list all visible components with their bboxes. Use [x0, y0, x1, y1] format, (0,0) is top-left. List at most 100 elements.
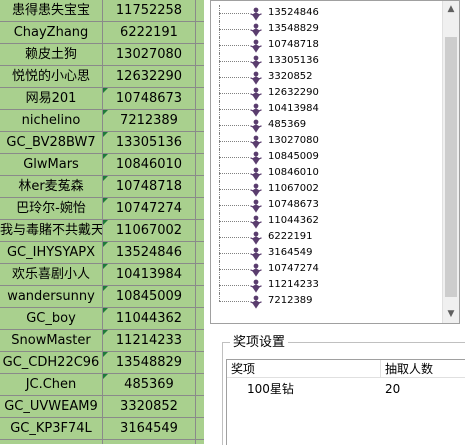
- empty-cell[interactable]: [196, 88, 204, 110]
- user-id-cell[interactable]: [103, 440, 196, 444]
- sheet-row[interactable]: 网易201 10748673: [0, 88, 204, 110]
- tree-item[interactable]: 13027080: [211, 133, 441, 149]
- nickname-cell[interactable]: GC_boy: [0, 308, 103, 330]
- user-id-cell[interactable]: 13524846: [103, 242, 196, 264]
- sheet-row[interactable]: GC_BV28BW7 13305136: [0, 132, 204, 154]
- sheet-row[interactable]: 欢乐喜剧小人 10413984: [0, 264, 204, 286]
- user-id-cell[interactable]: 11067002: [103, 220, 196, 242]
- nickname-cell[interactable]: GC_BV28BW7: [0, 132, 103, 154]
- empty-cell[interactable]: [196, 308, 204, 330]
- sheet-row[interactable]: 巴玲尔-婉怡 10747274: [0, 198, 204, 220]
- user-id-cell[interactable]: 6222191: [103, 22, 196, 44]
- tree-item[interactable]: 485369: [211, 117, 441, 133]
- nickname-cell[interactable]: [0, 440, 103, 444]
- empty-cell[interactable]: [196, 374, 204, 396]
- nickname-cell[interactable]: ChayZhang: [0, 22, 103, 44]
- tree-item[interactable]: 3320852: [211, 69, 441, 85]
- user-id-cell[interactable]: 13305136: [103, 132, 196, 154]
- tree-item[interactable]: 10413984: [211, 101, 441, 117]
- tree-item[interactable]: 10748718: [211, 37, 441, 53]
- sheet-row[interactable]: ChayZhang 6222191: [0, 22, 204, 44]
- user-id-cell[interactable]: 11044362: [103, 308, 196, 330]
- user-id-cell[interactable]: 13548829: [103, 352, 196, 374]
- sheet-row[interactable]: GC_KP3F74L 3164549: [0, 418, 204, 440]
- tree-item[interactable]: 13305136: [211, 53, 441, 69]
- empty-cell[interactable]: [196, 264, 204, 286]
- tree-item[interactable]: 7212389: [211, 293, 441, 309]
- nickname-cell[interactable]: JC.Chen: [0, 374, 103, 396]
- id-tree-list[interactable]: 13524846 13548829 10748718 13305136 3320852 1…: [211, 5, 441, 321]
- tree-item[interactable]: 11044362: [211, 213, 441, 229]
- empty-cell[interactable]: [196, 0, 204, 22]
- user-id-cell[interactable]: 10748718: [103, 176, 196, 198]
- empty-cell[interactable]: [196, 220, 204, 242]
- sheet-row[interactable]: GC_boy 11044362: [0, 308, 204, 330]
- tree-item[interactable]: 10747274: [211, 261, 441, 277]
- empty-cell[interactable]: [196, 440, 204, 444]
- empty-cell[interactable]: [196, 286, 204, 308]
- award-row-count[interactable]: 20: [385, 380, 400, 398]
- sheet-row[interactable]: JC.Chen 485369: [0, 374, 204, 396]
- sheet-row[interactable]: GC_CDH22C96 13548829: [0, 352, 204, 374]
- user-id-cell[interactable]: 10846010: [103, 154, 196, 176]
- user-id-cell[interactable]: 3164549: [103, 418, 196, 440]
- tree-item[interactable]: 3164549: [211, 245, 441, 261]
- sheet-row[interactable]: 林er麦菟森 10748718: [0, 176, 204, 198]
- sheet-row[interactable]: 悦悦的小心思 12632290: [0, 66, 204, 88]
- nickname-cell[interactable]: wandersunny: [0, 286, 103, 308]
- sheet-row[interactable]: wandersunny 10845009: [0, 286, 204, 308]
- sheet-row[interactable]: GlwMars 10846010: [0, 154, 204, 176]
- tree-item[interactable]: 11214233: [211, 277, 441, 293]
- empty-cell[interactable]: [196, 132, 204, 154]
- tree-item[interactable]: 10748673: [211, 197, 441, 213]
- empty-cell[interactable]: [196, 22, 204, 44]
- empty-cell[interactable]: [196, 396, 204, 418]
- award-list[interactable]: 奖项 抽取人数 100星钻 20: [226, 359, 465, 445]
- user-id-cell[interactable]: 12632290: [103, 66, 196, 88]
- nickname-cell[interactable]: 患得患失宝宝: [0, 0, 103, 22]
- sheet-row[interactable]: 赖皮土狗 13027080: [0, 44, 204, 66]
- nickname-cell[interactable]: GlwMars: [0, 154, 103, 176]
- user-id-cell[interactable]: 10413984: [103, 264, 196, 286]
- tree-item[interactable]: 10845009: [211, 149, 441, 165]
- user-id-cell[interactable]: 10748673: [103, 88, 196, 110]
- user-id-cell[interactable]: 11752258: [103, 0, 196, 22]
- sheet-row[interactable]: GC_IHYSYAPX 13524846: [0, 242, 204, 264]
- nickname-cell[interactable]: 赖皮土狗: [0, 44, 103, 66]
- arrow-down-icon[interactable]: ▼: [443, 306, 459, 323]
- sheet-row[interactable]: SnowMaster 11214233: [0, 330, 204, 352]
- sheet-row[interactable]: [0, 440, 204, 444]
- tree-item[interactable]: 6222191: [211, 229, 441, 245]
- nickname-cell[interactable]: GC_IHYSYAPX: [0, 242, 103, 264]
- nickname-cell[interactable]: 巴玲尔-婉怡: [0, 198, 103, 220]
- user-id-cell[interactable]: 13027080: [103, 44, 196, 66]
- empty-cell[interactable]: [196, 198, 204, 220]
- tree-item[interactable]: 11067002: [211, 181, 441, 197]
- sheet-row[interactable]: nichelino 7212389: [0, 110, 204, 132]
- nickname-cell[interactable]: SnowMaster: [0, 330, 103, 352]
- nickname-cell[interactable]: 林er麦菟森: [0, 176, 103, 198]
- nickname-cell[interactable]: GC_CDH22C96: [0, 352, 103, 374]
- nickname-cell[interactable]: 网易201: [0, 88, 103, 110]
- nickname-cell[interactable]: 欢乐喜剧小人: [0, 264, 103, 286]
- tree-item[interactable]: 10846010: [211, 165, 441, 181]
- tree-item[interactable]: 13524846: [211, 5, 441, 21]
- column-header-award[interactable]: 奖项: [227, 360, 381, 378]
- tree-item[interactable]: 12632290: [211, 85, 441, 101]
- vertical-scrollbar[interactable]: ▲ ▼: [442, 1, 459, 323]
- user-id-cell[interactable]: 10845009: [103, 286, 196, 308]
- spreadsheet[interactable]: 患得患失宝宝 11752258 ChayZhang 6222191 赖皮土狗 130270…: [0, 0, 204, 444]
- nickname-cell[interactable]: GC_UVWEAM9: [0, 396, 103, 418]
- empty-cell[interactable]: [196, 66, 204, 88]
- empty-cell[interactable]: [196, 110, 204, 132]
- scrollbar-thumb[interactable]: [445, 37, 457, 297]
- empty-cell[interactable]: [196, 418, 204, 440]
- award-row-item[interactable]: 100星钻: [247, 380, 294, 398]
- empty-cell[interactable]: [196, 352, 204, 374]
- column-header-draw-count[interactable]: 抽取人数: [381, 360, 465, 378]
- user-id-cell[interactable]: 7212389: [103, 110, 196, 132]
- nickname-cell[interactable]: GC_KP3F74L: [0, 418, 103, 440]
- id-tree-list-panel[interactable]: 13524846 13548829 10748718 13305136 3320852 1…: [210, 0, 460, 324]
- sheet-row[interactable]: GC_UVWEAM9 3320852: [0, 396, 204, 418]
- empty-cell[interactable]: [196, 44, 204, 66]
